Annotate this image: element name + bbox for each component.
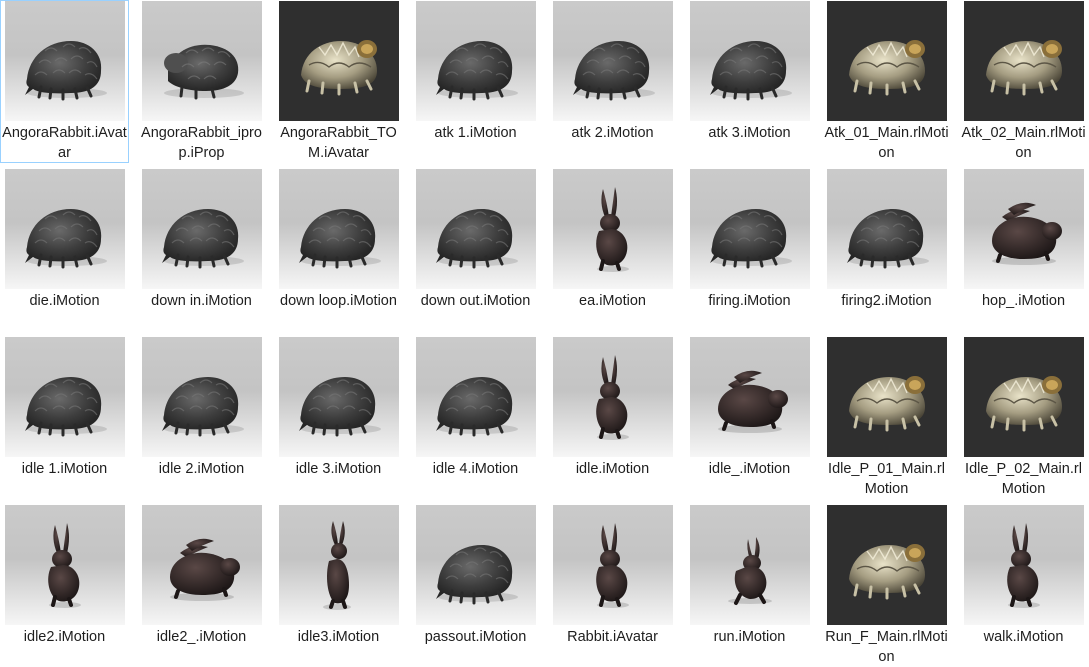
file-name: idle_.iMotion — [708, 461, 791, 477]
file-item[interactable]: firing.iMotion — [685, 168, 814, 331]
file-name: Rabbit.iAvatar — [567, 629, 658, 645]
file-name: idle2.iMotion — [23, 629, 106, 645]
file-item[interactable]: Idle_P_01_Main.rlMotion — [822, 336, 951, 499]
angora-thumbnail-icon — [416, 505, 536, 625]
file-item[interactable]: down out.iMotion — [411, 168, 540, 331]
file-name: atk 3.iMotion — [708, 125, 791, 141]
file-name: AngoraRabbit.iAvatar — [2, 125, 127, 161]
file-name: down out.iMotion — [420, 293, 531, 309]
angora-thumbnail-icon — [416, 1, 536, 121]
rabbit-stand-thumbnail-icon — [964, 505, 1084, 625]
file-item[interactable]: AngoraRabbit.iAvatar — [0, 0, 129, 163]
file-item[interactable]: hop_.iMotion — [959, 168, 1088, 331]
angora-thumbnail-icon — [279, 337, 399, 457]
angora-thumbnail-icon — [416, 337, 536, 457]
file-name: AngoraRabbit_TOM.iAvatar — [280, 125, 397, 161]
file-item[interactable]: idle 1.iMotion — [0, 336, 129, 499]
file-name: idle 2.iMotion — [158, 461, 245, 477]
tom-thumbnail-icon — [279, 1, 399, 121]
angora-thumbnail-icon — [5, 337, 125, 457]
rabbit-stand-thumbnail-icon — [5, 505, 125, 625]
tom-thumbnail-icon — [827, 1, 947, 121]
angora-thumbnail-icon — [690, 1, 810, 121]
file-item[interactable]: idle 2.iMotion — [137, 336, 266, 499]
file-item[interactable]: idle_.iMotion — [685, 336, 814, 499]
angora-thumbnail-icon — [690, 169, 810, 289]
file-name: run.iMotion — [713, 629, 786, 645]
file-item[interactable]: AngoraRabbit_TOM.iAvatar — [274, 0, 403, 163]
file-name: Idle_P_01_Main.rlMotion — [828, 461, 945, 497]
angora-thumbnail-icon — [5, 1, 125, 121]
file-name: Atk_02_Main.rlMotion — [961, 125, 1086, 161]
file-name: atk 2.iMotion — [571, 125, 654, 141]
file-name: ea.iMotion — [579, 293, 646, 309]
file-name: idle.iMotion — [575, 461, 650, 477]
tom-thumbnail-icon — [964, 337, 1084, 457]
rabbit-run-thumbnail-icon — [690, 505, 810, 625]
rabbit-stand-thumbnail-icon — [553, 169, 673, 289]
file-name: idle 1.iMotion — [21, 461, 108, 477]
file-name: firing2.iMotion — [841, 293, 932, 309]
file-name: Run_F_Main.rlMotion — [825, 629, 948, 665]
file-name: atk 1.iMotion — [434, 125, 517, 141]
angora-thumbnail-icon — [5, 169, 125, 289]
angora-thumbnail-icon — [279, 169, 399, 289]
file-name: down in.iMotion — [151, 293, 252, 309]
file-name: hop_.iMotion — [981, 293, 1066, 309]
file-item[interactable]: die.iMotion — [0, 168, 129, 331]
file-item[interactable]: idle 3.iMotion — [274, 336, 403, 499]
file-name: idle2_.iMotion — [156, 629, 247, 645]
file-item[interactable]: Atk_02_Main.rlMotion — [959, 0, 1088, 163]
file-item[interactable]: AngoraRabbit_iprop.iProp — [137, 0, 266, 163]
file-name: walk.iMotion — [983, 629, 1064, 645]
file-name: firing.iMotion — [708, 293, 791, 309]
file-item[interactable]: atk 2.iMotion — [548, 0, 677, 163]
tom-thumbnail-icon — [964, 1, 1084, 121]
angora-side-thumbnail-icon — [142, 1, 262, 121]
file-item[interactable]: Atk_01_Main.rlMotion — [822, 0, 951, 163]
file-name: AngoraRabbit_iprop.iProp — [141, 125, 262, 161]
file-item[interactable]: idle.iMotion — [548, 336, 677, 499]
file-name: down loop.iMotion — [280, 293, 397, 309]
file-item[interactable]: ea.iMotion — [548, 168, 677, 331]
angora-thumbnail-icon — [827, 169, 947, 289]
rabbit-stand-thumbnail-icon — [553, 337, 673, 457]
file-item[interactable]: Idle_P_02_Main.rlMotion — [959, 336, 1088, 499]
file-name: Idle_P_02_Main.rlMotion — [965, 461, 1082, 497]
file-item[interactable]: atk 3.iMotion — [685, 0, 814, 163]
file-name: idle3.iMotion — [297, 629, 380, 645]
file-name: Atk_01_Main.rlMotion — [824, 125, 949, 161]
rabbit-crouch-thumbnail-icon — [142, 505, 262, 625]
file-item[interactable]: firing2.iMotion — [822, 168, 951, 331]
file-name: idle 3.iMotion — [295, 461, 382, 477]
angora-thumbnail-icon — [416, 169, 536, 289]
rabbit-upright-thumbnail-icon — [279, 505, 399, 625]
angora-thumbnail-icon — [553, 1, 673, 121]
rabbit-crouch-thumbnail-icon — [964, 169, 1084, 289]
angora-thumbnail-icon — [142, 169, 262, 289]
tom-thumbnail-icon — [827, 337, 947, 457]
file-item[interactable]: down loop.iMotion — [274, 168, 403, 331]
file-item[interactable]: down in.iMotion — [137, 168, 266, 331]
rabbit-crouch-thumbnail-icon — [690, 337, 810, 457]
file-grid: AngoraRabbit.iAvatar AngoraRabbit_iprop.i… — [0, 0, 1089, 665]
rabbit-stand-thumbnail-icon — [553, 505, 673, 625]
file-item[interactable]: atk 1.iMotion — [411, 0, 540, 163]
file-name: idle 4.iMotion — [432, 461, 519, 477]
file-item[interactable]: idle 4.iMotion — [411, 336, 540, 499]
angora-thumbnail-icon — [142, 337, 262, 457]
tom-thumbnail-icon — [827, 505, 947, 625]
file-name: passout.iMotion — [424, 629, 527, 645]
file-name: die.iMotion — [29, 293, 100, 309]
